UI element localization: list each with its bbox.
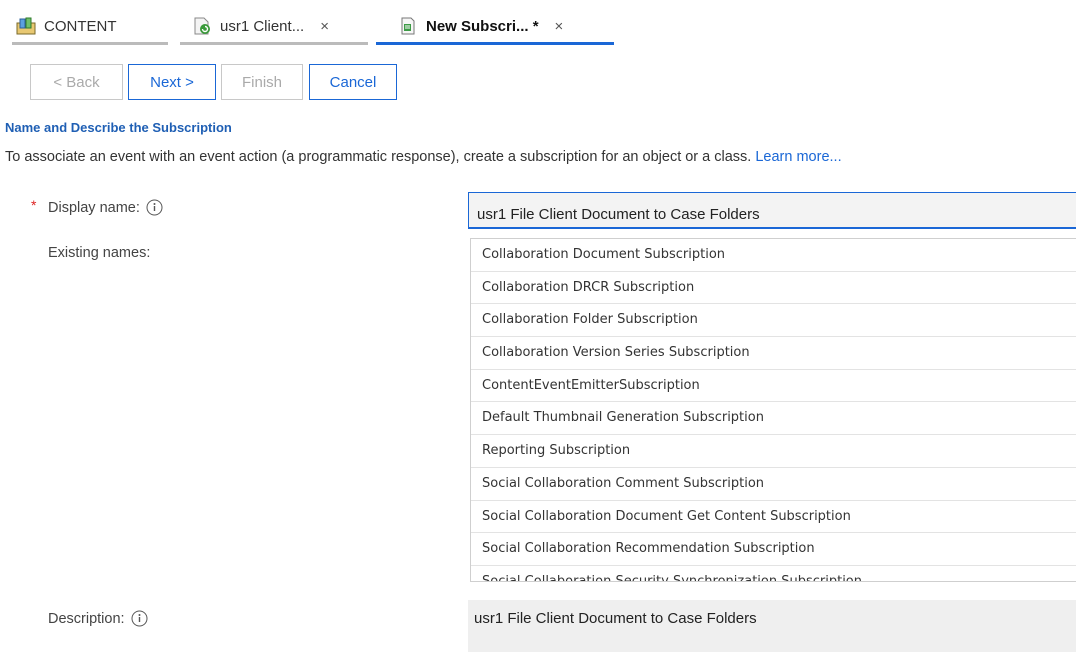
tab-indicator: [12, 42, 168, 45]
tab-label: CONTENT: [44, 17, 117, 35]
list-item[interactable]: Collaboration DRCR Subscription: [471, 272, 1076, 305]
content-icon: [16, 17, 36, 35]
active-tab-indicator: [376, 42, 614, 45]
cancel-button[interactable]: Cancel: [309, 64, 397, 100]
list-item[interactable]: Collaboration Document Subscription: [471, 239, 1076, 272]
tab-indicator: [180, 42, 368, 45]
next-button[interactable]: Next >: [128, 64, 216, 100]
existing-names-label: Existing names:: [48, 245, 151, 261]
list-item[interactable]: Social Collaboration Comment Subscriptio…: [471, 468, 1076, 501]
tab-new-subscription[interactable]: New Subscri... * ×: [398, 6, 563, 46]
list-item[interactable]: ContentEventEmitterSubscription: [471, 370, 1076, 403]
tab-label: New Subscri... *: [426, 17, 539, 35]
list-item[interactable]: Social Collaboration Security Synchroniz…: [471, 566, 1076, 581]
back-button[interactable]: < Back: [30, 64, 123, 100]
list-item[interactable]: Default Thumbnail Generation Subscriptio…: [471, 402, 1076, 436]
intro-description: To associate an event with an event acti…: [5, 149, 756, 165]
tab-bar: CONTENT usr1 Client... × New Subscri... …: [0, 0, 1076, 46]
description-field[interactable]: usr1 File Client Document to Case Folder…: [468, 600, 1076, 652]
list-item[interactable]: Collaboration Version Series Subscriptio…: [471, 337, 1076, 370]
close-icon[interactable]: ×: [320, 18, 329, 35]
subscription-icon: [398, 17, 418, 35]
display-name-label: Display name:: [48, 199, 163, 216]
list-item[interactable]: Social Collaboration Document Get Conten…: [471, 501, 1076, 534]
list-item[interactable]: Collaboration Folder Subscription: [471, 304, 1076, 338]
existing-names-list[interactable]: Collaboration Document Subscription Colla…: [470, 238, 1076, 582]
close-icon[interactable]: ×: [555, 18, 564, 35]
list-item[interactable]: Reporting Subscription: [471, 435, 1076, 468]
description-label: Description:: [48, 610, 148, 627]
list-item[interactable]: Social Collaboration Recommendation Subs…: [471, 533, 1076, 566]
info-icon[interactable]: [146, 199, 163, 216]
tab-content[interactable]: CONTENT: [16, 6, 117, 46]
description-label-text: Description:: [48, 610, 125, 627]
display-name-input[interactable]: [468, 192, 1076, 229]
tab-label: usr1 Client...: [220, 17, 305, 35]
section-title: Name and Describe the Subscription: [5, 120, 232, 135]
new-subscription-wizard: CONTENT usr1 Client... × New Subscri... …: [0, 0, 1076, 652]
document-refresh-icon: [192, 17, 212, 35]
info-icon[interactable]: [131, 610, 148, 627]
tab-usr1-client[interactable]: usr1 Client... ×: [192, 6, 329, 46]
finish-button[interactable]: Finish: [221, 64, 303, 100]
learn-more-link[interactable]: Learn more...: [755, 149, 841, 165]
intro-text: To associate an event with an event acti…: [5, 149, 842, 165]
required-marker: *: [31, 197, 37, 213]
display-name-label-text: Display name:: [48, 199, 140, 216]
